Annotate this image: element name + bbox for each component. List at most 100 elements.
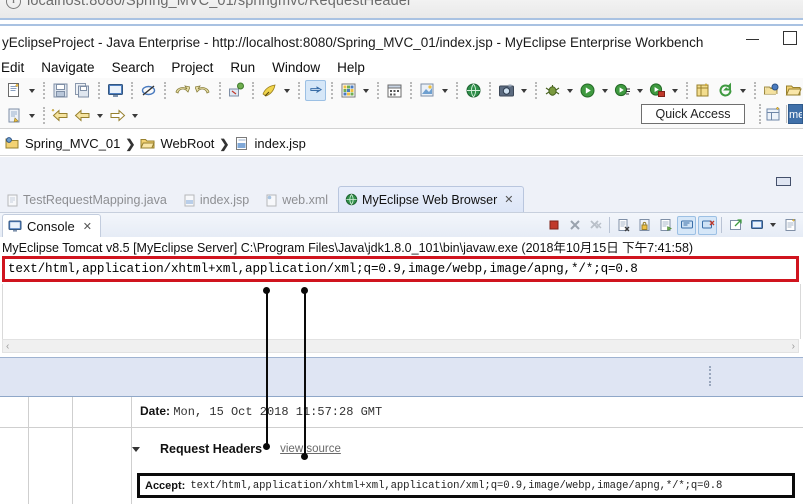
forward-dropdown-icon[interactable]	[129, 105, 140, 126]
debug-icon[interactable]	[542, 80, 563, 101]
menu-item-window[interactable]: Window	[272, 60, 320, 75]
request-headers-section[interactable]: Request Headers view source	[132, 442, 341, 456]
console-tab[interactable]: Console ✕	[2, 214, 101, 237]
browser-url-bar[interactable]: i localhost:8080/Spring_MVC_01/springmvc…	[0, 0, 803, 19]
project-icon	[5, 136, 20, 151]
pin-console-icon[interactable]	[677, 215, 696, 235]
toolbar-divider	[43, 82, 46, 99]
menu-item-search[interactable]: Search	[112, 60, 155, 75]
breadcrumb-item-project[interactable]: Spring_MVC_01	[25, 136, 120, 151]
jsp-file-icon	[183, 194, 196, 207]
console-toolbar-divider	[721, 217, 722, 233]
menu-item-project[interactable]: Project	[171, 60, 213, 75]
devtools-column-divider	[72, 397, 73, 504]
run-dropdown-icon[interactable]	[599, 80, 610, 101]
open-folder-icon[interactable]	[783, 80, 803, 101]
remove-all-launches-icon[interactable]	[586, 216, 605, 235]
folder-icon	[140, 136, 156, 151]
new-package-icon[interactable]	[693, 80, 714, 101]
open-console-icon[interactable]	[726, 216, 745, 235]
console-output[interactable]: MyEclipse Tomcat v8.5 [MyEclipse Server]…	[0, 237, 803, 504]
open-type-dropdown-icon[interactable]	[360, 80, 371, 101]
run-icon[interactable]	[577, 80, 598, 101]
database-explorer-icon[interactable]	[417, 80, 438, 101]
remove-launch-icon[interactable]	[565, 216, 584, 235]
menu-item-run[interactable]: Run	[230, 60, 255, 75]
new-console-view-icon[interactable]	[747, 216, 766, 235]
menu-item-navigate[interactable]: Navigate	[41, 60, 94, 75]
breadcrumb-item-file[interactable]: index.jsp	[254, 136, 305, 151]
undo-icon[interactable]	[171, 80, 192, 101]
lock-scroll-icon[interactable]	[635, 216, 654, 235]
window-title-bar: yEclipseProject - Java Enterprise - http…	[0, 29, 803, 55]
maximize-button[interactable]	[783, 31, 797, 45]
console-menu-icon[interactable]	[781, 216, 800, 235]
back-dropdown-icon[interactable]	[94, 105, 105, 126]
toolbar-divider	[43, 107, 46, 124]
editor-tab-testrequestmapping[interactable]: TestRequestMapping.java	[0, 188, 177, 212]
run-last-tool-icon[interactable]	[612, 80, 633, 101]
menu-item-edit[interactable]: Edit	[1, 60, 24, 75]
run-server-icon[interactable]	[305, 80, 326, 101]
open-perspective-button[interactable]	[765, 105, 783, 123]
run-last-dropdown-icon[interactable]	[634, 80, 645, 101]
back-history-icon[interactable]	[50, 105, 71, 126]
external-tools-dropdown-icon[interactable]	[669, 80, 680, 101]
close-icon[interactable]: ✕	[504, 193, 513, 206]
toolbar-divider	[759, 104, 763, 124]
redo-icon[interactable]	[193, 80, 214, 101]
devtools-selected-row-band	[0, 358, 803, 397]
snapshot-dropdown-icon[interactable]	[518, 80, 529, 101]
console-launch-line: MyEclipse Tomcat v8.5 [MyEclipse Server]…	[2, 241, 694, 255]
console-accept-header-value: text/html,application/xhtml+xml,applicat…	[8, 262, 638, 276]
refresh-icon[interactable]	[715, 80, 736, 101]
menu-item-help[interactable]: Help	[337, 60, 365, 75]
new-wizard-dropdown-icon[interactable]	[26, 80, 37, 101]
deploy-icon[interactable]	[226, 80, 247, 101]
scroll-right-icon[interactable]: ›	[792, 341, 795, 352]
show-console-when-output-icon[interactable]	[656, 216, 675, 235]
back-icon[interactable]	[72, 105, 93, 126]
open-perspective-icon[interactable]	[761, 80, 782, 101]
open-type-icon[interactable]	[338, 80, 359, 101]
new-jsp-icon[interactable]	[4, 105, 25, 126]
console-output-blank-area	[2, 284, 801, 339]
close-icon[interactable]: ✕	[83, 220, 92, 233]
toolbar-divider	[535, 82, 538, 99]
menu-bar: Edit Navigate Search Project Run Window …	[0, 57, 803, 77]
debug-dropdown-icon[interactable]	[564, 80, 575, 101]
editor-tab-myeclipse-web-browser[interactable]: MyEclipse Web Browser ✕	[338, 186, 525, 212]
devtools-resize-handle[interactable]	[709, 366, 713, 386]
scroll-left-icon[interactable]: ‹	[6, 341, 9, 352]
forward-icon[interactable]	[107, 105, 128, 126]
external-tools-icon[interactable]	[647, 80, 668, 101]
minimize-button[interactable]	[746, 32, 759, 45]
display-selected-console-icon[interactable]	[698, 215, 717, 235]
new-wizard-icon[interactable]	[4, 80, 25, 101]
view-source-link[interactable]: view source	[280, 443, 341, 455]
editor-tab-index-jsp[interactable]: index.jsp	[177, 188, 259, 212]
breadcrumb-item-webroot[interactable]: WebRoot	[160, 136, 214, 151]
myeclipse-configuration-icon[interactable]	[259, 80, 280, 101]
clear-console-icon[interactable]	[614, 216, 633, 235]
terminate-icon[interactable]	[544, 216, 563, 235]
calendar-icon[interactable]	[384, 80, 405, 101]
chevron-down-icon[interactable]	[132, 446, 140, 452]
save-icon[interactable]	[50, 80, 71, 101]
save-all-icon[interactable]	[72, 80, 93, 101]
console-horizontal-scrollbar[interactable]: ‹ ›	[2, 339, 799, 353]
page-title: yEclipseProject - Java Enterprise - http…	[2, 34, 704, 50]
devtools-row-divider	[0, 427, 803, 428]
database-dropdown-icon[interactable]	[439, 80, 450, 101]
myeclipse-config-dropdown-icon[interactable]	[281, 80, 292, 101]
console-view-dropdown-icon[interactable]	[767, 215, 778, 236]
web-browser-icon[interactable]	[463, 80, 484, 101]
editor-tab-web-xml[interactable]: web.xml	[259, 188, 338, 212]
perspective-myeclipse-button[interactable]: me	[788, 104, 803, 124]
quick-access-input[interactable]: Quick Access	[641, 104, 745, 124]
console-open-icon[interactable]	[105, 80, 126, 101]
link-break-icon[interactable]	[138, 80, 159, 101]
new-jsp-dropdown-icon[interactable]	[26, 105, 37, 126]
snapshot-icon[interactable]	[496, 80, 517, 101]
refresh-dropdown-icon[interactable]	[737, 80, 748, 101]
